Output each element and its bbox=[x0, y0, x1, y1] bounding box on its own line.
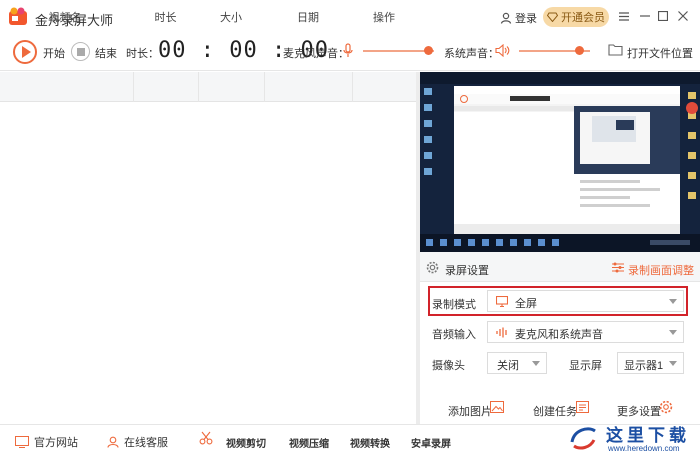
settings-gear-icon[interactable] bbox=[659, 400, 673, 414]
record-mode-highlight-box bbox=[428, 286, 688, 316]
adjust-sliders-icon[interactable] bbox=[612, 262, 624, 273]
display-label: 显示屏 bbox=[569, 360, 602, 372]
column-date[interactable]: 日期 bbox=[264, 9, 352, 25]
scissors-icon[interactable] bbox=[199, 431, 213, 445]
vip-button[interactable]: 开通会员 bbox=[543, 7, 609, 27]
column-divider bbox=[352, 72, 353, 102]
website-icon bbox=[15, 436, 29, 448]
gear-icon bbox=[426, 261, 439, 274]
chevron-down-icon bbox=[532, 361, 540, 366]
column-action[interactable]: 操作 bbox=[352, 9, 416, 25]
video-convert-button[interactable]: 视频转换 bbox=[350, 435, 390, 450]
support-agent-icon bbox=[107, 436, 119, 448]
video-list[interactable] bbox=[0, 102, 416, 424]
official-website-label: 官方网站 bbox=[34, 437, 78, 449]
camera-value: 关闭 bbox=[497, 360, 519, 372]
adjust-recording-area-link[interactable]: 录制画面调整 bbox=[628, 262, 694, 278]
column-divider bbox=[198, 72, 199, 102]
task-list-icon[interactable] bbox=[576, 401, 589, 413]
desktop-preview-image bbox=[420, 72, 700, 252]
official-website-link[interactable]: 官方网站 bbox=[15, 434, 78, 450]
video-compress-button[interactable]: 视频压缩 bbox=[289, 435, 329, 450]
watermark: 这里下载 www.heredown.com bbox=[566, 420, 700, 455]
display-value: 显示器1 bbox=[624, 360, 664, 372]
close-icon[interactable] bbox=[677, 10, 689, 22]
minimize-icon[interactable] bbox=[639, 10, 651, 22]
watermark-title: 这里下载 bbox=[606, 426, 690, 446]
column-divider bbox=[264, 72, 265, 102]
video-table-header bbox=[0, 72, 416, 102]
display-dropdown[interactable]: 显示器1 bbox=[617, 352, 684, 374]
start-label[interactable]: 开始 bbox=[43, 45, 65, 61]
open-folder-button[interactable]: 打开文件位置 bbox=[627, 45, 693, 61]
vip-label: 开通会员 bbox=[561, 12, 605, 24]
user-icon bbox=[500, 12, 512, 24]
chevron-down-icon bbox=[669, 330, 677, 335]
camera-label: 摄像头 bbox=[432, 360, 465, 372]
mic-volume-label: 麦克风声音： bbox=[283, 48, 349, 60]
column-duration[interactable]: 时长 bbox=[133, 9, 198, 25]
settings-title: 录屏设置 bbox=[445, 265, 489, 277]
speaker-icon[interactable] bbox=[495, 44, 510, 57]
add-image-button[interactable]: 添加图片 bbox=[448, 403, 492, 419]
watermark-url: www.heredown.com bbox=[608, 444, 680, 453]
maximize-icon[interactable] bbox=[657, 10, 669, 22]
login-button[interactable]: 登录 bbox=[500, 10, 537, 26]
audio-input-label: 音频输入 bbox=[432, 329, 476, 341]
stop-record-button[interactable] bbox=[71, 42, 90, 61]
column-divider bbox=[133, 72, 134, 102]
login-label: 登录 bbox=[515, 13, 537, 25]
audio-input-value: 麦克风和系统声音 bbox=[515, 329, 603, 341]
create-task-button[interactable]: 创建任务 bbox=[533, 403, 577, 419]
start-record-button[interactable] bbox=[13, 40, 37, 64]
chevron-down-icon bbox=[669, 361, 677, 366]
screen-preview bbox=[420, 72, 700, 252]
video-cut-button[interactable]: 视频剪切 bbox=[226, 435, 266, 450]
more-settings-button[interactable]: 更多设置 bbox=[617, 403, 661, 419]
sound-wave-icon bbox=[496, 327, 507, 338]
image-icon[interactable] bbox=[490, 401, 504, 413]
folder-icon[interactable] bbox=[608, 43, 623, 56]
watermark-logo-icon bbox=[570, 427, 596, 450]
app-logo-icon bbox=[9, 7, 27, 25]
online-support-link[interactable]: 在线客服 bbox=[107, 434, 168, 450]
audio-input-dropdown[interactable]: 麦克风和系统声音 bbox=[487, 321, 684, 343]
diamond-icon bbox=[547, 12, 558, 22]
online-support-label: 在线客服 bbox=[124, 437, 168, 449]
duration-label: 时长： bbox=[126, 48, 159, 60]
stop-label[interactable]: 结束 bbox=[95, 45, 117, 61]
camera-dropdown[interactable]: 关闭 bbox=[487, 352, 547, 374]
system-volume-label: 系统声音： bbox=[444, 48, 499, 60]
menu-icon[interactable] bbox=[618, 10, 630, 22]
column-video-name[interactable]: 视频名 bbox=[30, 9, 100, 25]
microphone-icon[interactable] bbox=[343, 43, 353, 58]
android-record-button[interactable]: 安卓录屏 bbox=[411, 435, 451, 450]
column-size[interactable]: 大小 bbox=[198, 9, 264, 25]
